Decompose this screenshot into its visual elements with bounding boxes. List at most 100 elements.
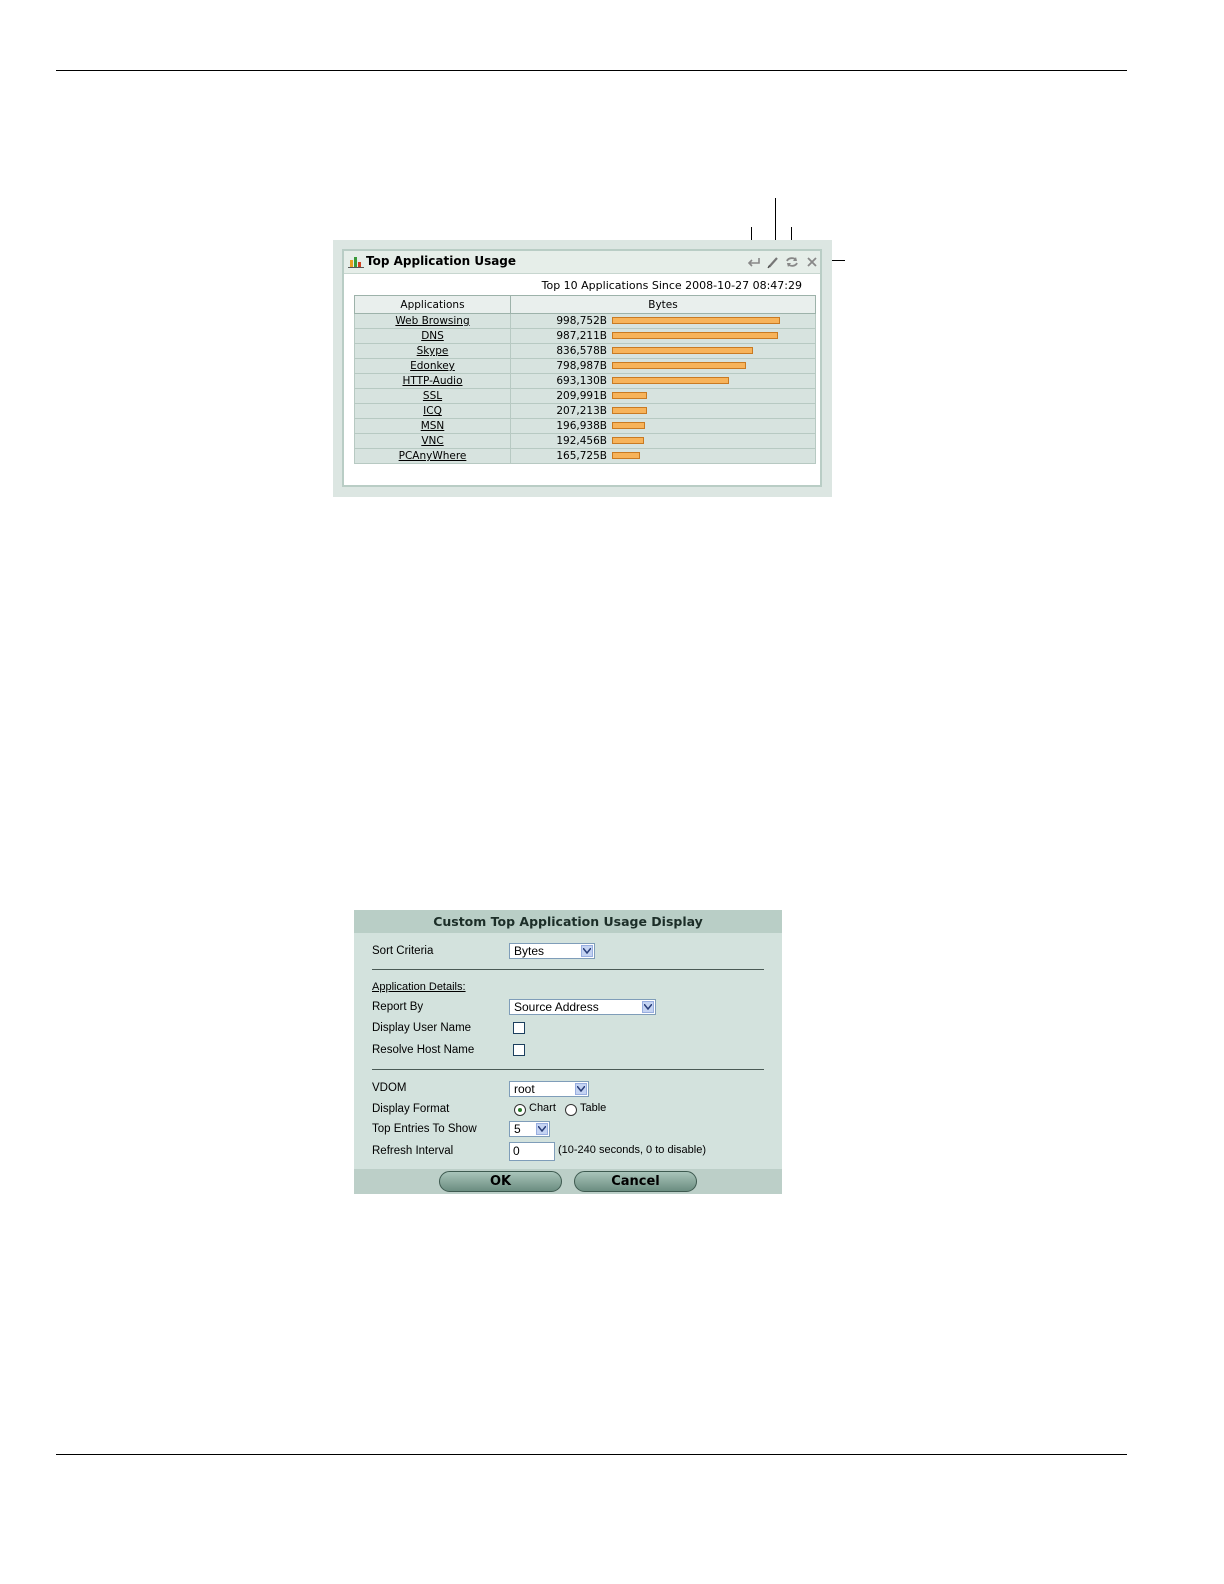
bytes-value: 165,725B <box>556 450 607 462</box>
widget-subtitle: Top 10 Applications Since 2008-10-27 08:… <box>541 279 802 292</box>
bytes-cell: 798,987B <box>510 358 816 374</box>
application-cell: VNC <box>354 433 511 449</box>
table-row: Skype 836,578B <box>354 343 816 359</box>
table-row: Web Browsing 998,752B <box>354 313 816 329</box>
top-entries-label: Top Entries To Show <box>372 1123 477 1135</box>
bytes-cell: 196,938B <box>510 418 816 434</box>
close-icon[interactable] <box>804 254 820 270</box>
application-link[interactable]: SSL <box>423 390 442 402</box>
application-cell: PCAnyWhere <box>354 448 511 464</box>
usage-bar <box>612 317 780 324</box>
top-entries-select[interactable]: 5 <box>509 1121 550 1137</box>
display-user-name-label: Display User Name <box>372 1022 472 1034</box>
vdom-label: VDOM <box>372 1082 407 1094</box>
application-link[interactable]: Edonkey <box>410 360 455 372</box>
application-cell: SSL <box>354 388 511 404</box>
resolve-host-name-label: Resolve Host Name <box>372 1044 475 1056</box>
usage-bar <box>612 377 729 384</box>
table-row: Edonkey 798,987B <box>354 358 816 374</box>
refresh-interval-input[interactable]: 0 <box>509 1142 555 1161</box>
application-link[interactable]: Web Browsing <box>395 315 469 327</box>
format-table-label: Table <box>580 1102 607 1114</box>
edit-icon[interactable] <box>765 254 781 270</box>
table-row: SSL 209,991B <box>354 388 816 404</box>
top-application-usage-widget: Top Application Usage Top 10 Application… <box>342 249 822 487</box>
refresh-interval-label: Refresh Interval <box>372 1145 454 1157</box>
application-cell: MSN <box>354 418 511 434</box>
application-link[interactable]: VNC <box>421 435 443 447</box>
bytes-value: 196,938B <box>556 420 607 432</box>
top-entries-value: 5 <box>514 1122 521 1136</box>
usage-bar <box>612 392 647 399</box>
display-user-name-checkbox[interactable] <box>513 1022 525 1034</box>
application-cell: Web Browsing <box>354 313 511 329</box>
bytes-value: 693,130B <box>556 375 607 387</box>
chevron-down-icon <box>581 945 593 957</box>
bar-chart-icon <box>348 257 364 268</box>
usage-bar <box>612 422 645 429</box>
application-link[interactable]: DNS <box>421 330 444 342</box>
bytes-cell: 998,752B <box>510 313 816 329</box>
history-icon[interactable] <box>746 254 762 270</box>
usage-bar <box>612 452 640 459</box>
bytes-value: 207,213B <box>556 405 607 417</box>
widget-titlebar: Top Application Usage <box>344 251 820 274</box>
refresh-interval-hint: (10-240 seconds, 0 to disable) <box>558 1144 706 1156</box>
sort-criteria-label: Sort Criteria <box>372 945 434 957</box>
bytes-cell: 209,991B <box>510 388 816 404</box>
chevron-down-icon <box>642 1001 654 1013</box>
top-rule <box>56 70 1127 71</box>
application-link[interactable]: Skype <box>417 345 449 357</box>
column-header-applications: Applications <box>354 295 511 314</box>
format-table-radio[interactable] <box>565 1104 577 1116</box>
resolve-host-name-checkbox[interactable] <box>513 1044 525 1056</box>
table-row: DNS 987,211B <box>354 328 816 344</box>
application-cell: Skype <box>354 343 511 359</box>
report-by-select[interactable]: Source Address <box>509 999 656 1015</box>
vdom-value: root <box>514 1082 535 1096</box>
sort-criteria-select[interactable]: Bytes <box>509 943 595 959</box>
bytes-value: 836,578B <box>556 345 607 357</box>
bytes-cell: 165,725B <box>510 448 816 464</box>
sort-criteria-value: Bytes <box>514 944 545 958</box>
custom-display-dialog: Custom Top Application Usage Display Sor… <box>354 910 782 1194</box>
table-row: HTTP-Audio 693,130B <box>354 373 816 389</box>
vdom-select[interactable]: root <box>509 1081 589 1097</box>
bytes-cell: 836,578B <box>510 343 816 359</box>
application-link[interactable]: ICQ <box>423 405 442 417</box>
usage-bar <box>612 407 647 414</box>
application-cell: Edonkey <box>354 358 511 374</box>
format-chart-radio[interactable] <box>514 1104 526 1116</box>
dialog-footer: OK Cancel <box>354 1169 782 1194</box>
application-link[interactable]: PCAnyWhere <box>399 450 467 462</box>
application-cell: HTTP-Audio <box>354 373 511 389</box>
cancel-button[interactable]: Cancel <box>574 1171 697 1192</box>
chevron-down-icon <box>575 1083 587 1095</box>
widget-title: Top Application Usage <box>366 254 517 268</box>
usage-bar <box>612 332 778 339</box>
ok-button[interactable]: OK <box>439 1171 562 1192</box>
application-link[interactable]: MSN <box>421 420 445 432</box>
usage-bar <box>612 362 746 369</box>
bytes-value: 798,987B <box>556 360 607 372</box>
dialog-title: Custom Top Application Usage Display <box>354 910 782 933</box>
application-link[interactable]: HTTP-Audio <box>402 375 462 387</box>
bytes-cell: 207,213B <box>510 403 816 419</box>
divider <box>372 1069 764 1070</box>
application-cell: ICQ <box>354 403 511 419</box>
report-by-value: Source Address <box>514 1000 599 1014</box>
usage-bar <box>612 347 753 354</box>
display-format-label: Display Format <box>372 1103 450 1115</box>
table-header-row: Applications Bytes <box>354 295 816 314</box>
bytes-value: 998,752B <box>556 315 607 327</box>
bytes-value: 209,991B <box>556 390 607 402</box>
usage-bar <box>612 437 644 444</box>
bytes-value: 987,211B <box>556 330 607 342</box>
application-details-label: Application Details: <box>372 981 466 993</box>
application-cell: DNS <box>354 328 511 344</box>
table-row: MSN 196,938B <box>354 418 816 434</box>
table-row: PCAnyWhere 165,725B <box>354 448 816 464</box>
column-header-bytes: Bytes <box>510 295 816 314</box>
chevron-down-icon <box>536 1123 548 1135</box>
refresh-icon[interactable] <box>784 254 800 270</box>
